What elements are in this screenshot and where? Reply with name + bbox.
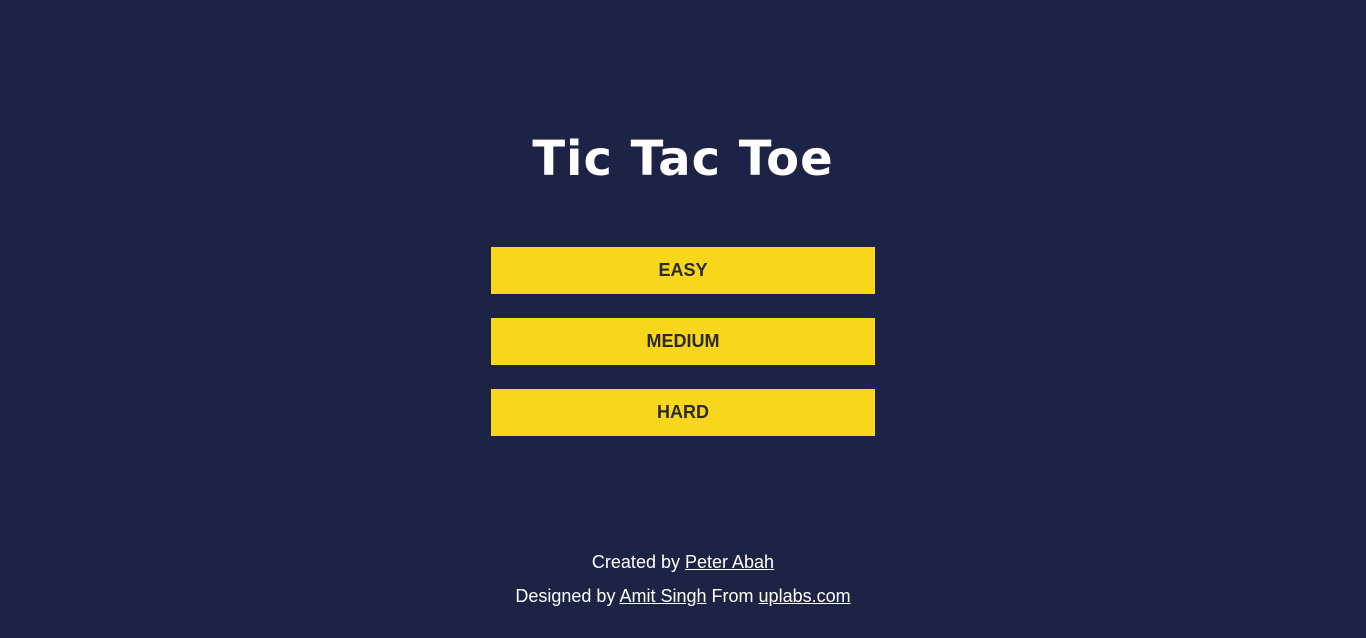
hard-button[interactable]: HARD [491, 389, 875, 436]
designer-link[interactable]: Amit Singh [619, 586, 706, 606]
creator-link[interactable]: Peter Abah [685, 552, 774, 572]
difficulty-menu: EASY MEDIUM HARD [491, 247, 875, 460]
from-label: From [711, 586, 754, 606]
designed-by-label: Designed by [515, 586, 616, 606]
medium-button[interactable]: MEDIUM [491, 318, 875, 365]
page-title: Tic Tac Toe [532, 131, 834, 187]
uplabs-link[interactable]: uplabs.com [759, 586, 851, 606]
credits-line: Created by Peter Abah [0, 545, 1366, 579]
footer: Created by Peter Abah Designed by Amit S… [0, 545, 1366, 613]
easy-button[interactable]: EASY [491, 247, 875, 294]
design-credits-line: Designed by Amit Singh From uplabs.com [0, 579, 1366, 613]
created-by-label: Created by [591, 552, 680, 572]
